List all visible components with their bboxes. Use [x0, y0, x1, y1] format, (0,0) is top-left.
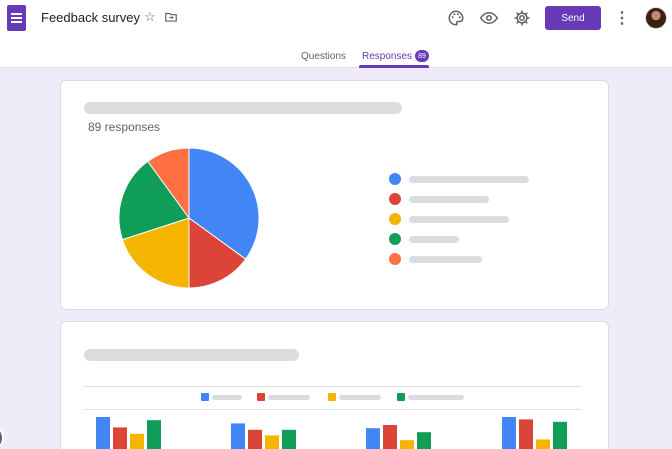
bar-g3-s3[interactable]: [400, 440, 414, 449]
tab-bar: Questions Responses: [0, 40, 672, 68]
tab-responses[interactable]: Responses: [362, 51, 412, 62]
bar-g2-s1[interactable]: [231, 423, 245, 449]
settings-gear-icon[interactable]: [513, 9, 531, 27]
bar-g2-s2[interactable]: [248, 429, 262, 449]
bar-g1-s3[interactable]: [130, 433, 144, 449]
star-icon[interactable]: ☆: [143, 9, 157, 24]
bar-g1-s1[interactable]: [96, 417, 110, 449]
bar-g2-s4[interactable]: [282, 429, 296, 449]
legend-label-placeholder-3: [409, 216, 509, 223]
legend-label-placeholder-2: [409, 196, 489, 203]
legend-label-placeholder-5: [409, 256, 482, 263]
legend-label-placeholder-1: [409, 176, 529, 183]
bar-g4-s2[interactable]: [519, 419, 533, 449]
legend-dot-2: [389, 193, 401, 205]
legend-dot-5: [389, 253, 401, 265]
legend-dot-1: [389, 173, 401, 185]
legend-label-placeholder-4: [409, 236, 459, 243]
question-title-placeholder: [84, 102, 402, 114]
legend-dot-4: [389, 233, 401, 245]
bar-question-title-placeholder: [84, 349, 299, 361]
side-panel-handle[interactable]: [0, 428, 4, 448]
bar-g4-s3[interactable]: [536, 439, 550, 449]
bar-g1-s4[interactable]: [147, 420, 161, 449]
forms-logo-icon[interactable]: [7, 5, 26, 31]
chart-top-line: [84, 386, 581, 387]
bar-g1-s2[interactable]: [113, 427, 127, 449]
bar-g3-s2[interactable]: [383, 425, 397, 449]
preview-eye-icon[interactable]: [480, 9, 498, 27]
form-title[interactable]: Feedback survey: [41, 10, 140, 25]
bar-g4-s1[interactable]: [502, 417, 516, 449]
tab-questions[interactable]: Questions: [301, 51, 346, 62]
move-to-folder-icon[interactable]: [164, 10, 178, 24]
palette-icon[interactable]: [447, 9, 465, 27]
active-tab-indicator: [359, 65, 429, 68]
bar-g2-s3[interactable]: [265, 435, 279, 449]
bar-chart: [96, 417, 567, 449]
send-button[interactable]: Send: [545, 6, 601, 30]
top-bar: Feedback survey ☆ Send ⋮: [0, 0, 672, 40]
pie-chart: [118, 147, 260, 289]
response-count-label: 89 responses: [88, 120, 161, 134]
bar-g4-s4[interactable]: [553, 421, 567, 449]
avatar[interactable]: [645, 7, 667, 29]
bar-g3-s4[interactable]: [417, 432, 431, 449]
legend-dot-3: [389, 213, 401, 225]
bar-g3-s1[interactable]: [366, 428, 380, 449]
responses-count-badge: 89: [415, 50, 429, 62]
more-options-icon[interactable]: ⋮: [614, 8, 630, 28]
